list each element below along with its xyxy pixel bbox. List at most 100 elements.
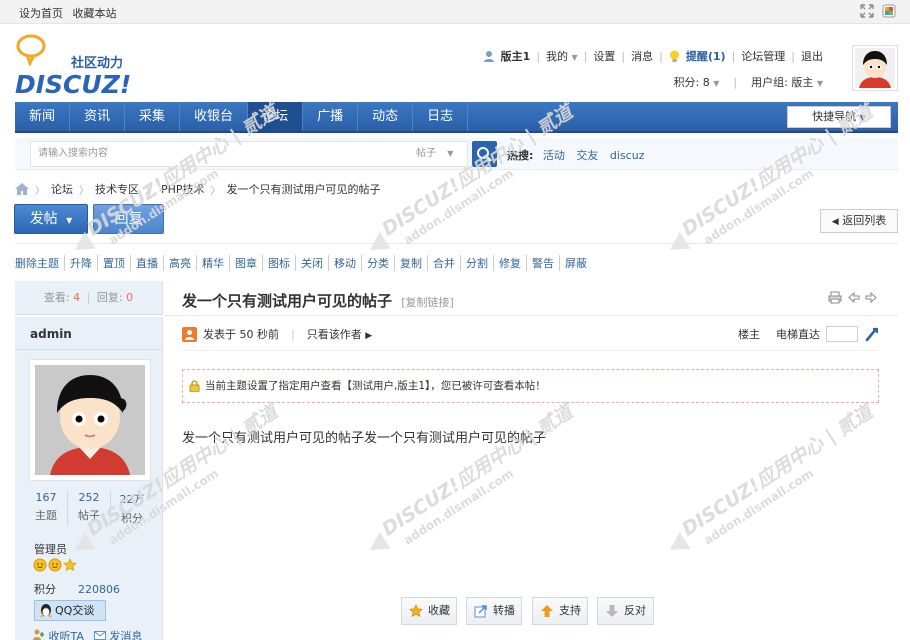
nav-item-collect[interactable]: 采集 bbox=[125, 102, 181, 131]
author-group[interactable]: 管理员 bbox=[34, 541, 67, 557]
copy-link[interactable]: [复制链接] bbox=[401, 296, 454, 309]
post-meta: 发表于 50 秒前 | 只看该作者 ▶ bbox=[182, 326, 372, 342]
forum-admin-link[interactable]: 论坛管理 bbox=[741, 48, 785, 64]
mod-action[interactable]: 移动 bbox=[328, 255, 361, 271]
nav-item-broadcast[interactable]: 广播 bbox=[303, 102, 359, 131]
favorite-button[interactable]: 收藏 bbox=[401, 597, 457, 625]
chevron-down-icon: ▼ bbox=[860, 113, 866, 122]
breadcrumb-item[interactable]: 论坛 bbox=[51, 181, 73, 197]
mod-action[interactable]: 删除主题 bbox=[15, 255, 64, 271]
mod-action[interactable]: 直播 bbox=[130, 255, 163, 271]
my-menu[interactable]: 我的 ▼ bbox=[546, 48, 578, 64]
only-author-link[interactable]: 只看该作者 ▶ bbox=[307, 326, 372, 342]
oppose-label: 反对 bbox=[624, 604, 646, 617]
chevron-down-icon: ▼ bbox=[447, 149, 454, 158]
oppose-button[interactable]: 反对 bbox=[597, 597, 654, 625]
theme-icon[interactable] bbox=[882, 4, 896, 18]
follow-link[interactable]: 收听TA bbox=[33, 628, 84, 640]
nav-item-feed[interactable]: 动态 bbox=[358, 102, 414, 131]
views-label: 查看: bbox=[43, 291, 70, 304]
quick-nav-button[interactable]: 快捷导航 ▼ bbox=[787, 106, 891, 128]
nav-item-cashier[interactable]: 收银台 bbox=[180, 102, 249, 131]
breadcrumb-item[interactable]: PHP技术 bbox=[161, 181, 205, 197]
bookmark-link[interactable]: 收藏本站 bbox=[73, 7, 117, 20]
search-button[interactable] bbox=[472, 141, 497, 167]
username-link[interactable]: 版主1 bbox=[501, 48, 531, 64]
discuz-logo[interactable]: 社区动力 DISCUZ! bbox=[15, 33, 137, 99]
fullscreen-icon[interactable] bbox=[860, 4, 874, 18]
qq-chat-label: QQ交谈 bbox=[55, 604, 95, 617]
chevron-down-icon: ▼ bbox=[713, 79, 720, 88]
author-stat[interactable]: 22万积分 bbox=[110, 491, 153, 526]
search-input[interactable]: 请输入搜索内容 bbox=[30, 141, 410, 167]
support-button[interactable]: 支持 bbox=[532, 597, 588, 625]
send-message-link[interactable]: 发消息 bbox=[93, 628, 142, 640]
mod-action[interactable]: 图标 bbox=[262, 255, 295, 271]
lock-icon bbox=[189, 380, 200, 392]
mod-action[interactable]: 图章 bbox=[229, 255, 262, 271]
set-home-link[interactable]: 设为首页 bbox=[19, 7, 63, 20]
follow-label: 收听TA bbox=[48, 630, 84, 640]
thumbs-down-arrow-icon bbox=[606, 605, 618, 617]
mod-action[interactable]: 升降 bbox=[64, 255, 97, 271]
mod-action[interactable]: 分割 bbox=[460, 255, 493, 271]
mod-action[interactable]: 精华 bbox=[196, 255, 229, 271]
mod-action[interactable]: 警告 bbox=[526, 255, 559, 271]
messages-link[interactable]: 消息 bbox=[631, 48, 653, 64]
hot-keyword[interactable]: discuz bbox=[610, 149, 645, 162]
breadcrumb-item[interactable]: 发一个只有测试用户可见的帖子 bbox=[227, 181, 381, 197]
thread-title: 发一个只有测试用户可见的帖子 [复制链接] bbox=[182, 290, 454, 311]
only-author-label: 只看该作者 bbox=[306, 328, 362, 341]
nav-item-blog[interactable]: 日志 bbox=[413, 102, 469, 131]
main-nav: 新闻 资讯 采集 收银台 论坛 广播 动态 日志 快捷导航 ▼ bbox=[15, 102, 898, 133]
settings-link[interactable]: 设置 bbox=[593, 48, 615, 64]
chevron-down-icon: ▼ bbox=[66, 216, 73, 225]
author-avatar[interactable] bbox=[29, 359, 151, 481]
author-badge-icon bbox=[182, 326, 197, 342]
back-to-list-button[interactable]: ◀ 返回列表 bbox=[820, 209, 898, 233]
hot-keyword[interactable]: 活动 bbox=[543, 149, 565, 162]
print-icon[interactable] bbox=[828, 291, 842, 304]
new-post-button[interactable]: 发帖 ▼ bbox=[14, 204, 88, 234]
home-icon[interactable] bbox=[15, 183, 29, 195]
mod-action[interactable]: 合并 bbox=[427, 255, 460, 271]
usergroup-menu[interactable]: 用户组: 版主 ▼ bbox=[751, 74, 823, 90]
author-stat[interactable]: 167 主题 bbox=[25, 491, 67, 526]
hot-keyword[interactable]: 交友 bbox=[576, 149, 598, 162]
author-sidebar: 查看: 4 | 回复: 0 admin 167 主题 252 帖子 22万积分 管理… bbox=[15, 281, 163, 640]
floor-jump-input[interactable] bbox=[826, 326, 858, 342]
back-to-list-label: 返回列表 bbox=[842, 214, 887, 227]
points-menu[interactable]: 积分: 8 ▼ bbox=[674, 74, 720, 90]
reply-button[interactable]: 回复 bbox=[93, 204, 164, 234]
mod-action[interactable]: 分类 bbox=[361, 255, 394, 271]
reminders-link[interactable]: 提醒(1) bbox=[686, 48, 726, 64]
replies-label: 回复: bbox=[96, 291, 123, 304]
mod-action[interactable]: 修复 bbox=[493, 255, 526, 271]
share-button[interactable]: 转播 bbox=[466, 597, 522, 625]
thread-stats: 查看: 4 | 回复: 0 bbox=[15, 281, 162, 315]
mod-action[interactable]: 置顶 bbox=[97, 255, 130, 271]
avatar[interactable] bbox=[852, 45, 898, 91]
author-name[interactable]: admin bbox=[30, 327, 72, 341]
next-thread-icon[interactable] bbox=[865, 291, 878, 304]
nav-item-forum[interactable]: 论坛 bbox=[248, 102, 304, 131]
qq-chat-button[interactable]: QQ交谈 bbox=[34, 600, 106, 621]
star-icon bbox=[409, 604, 423, 617]
mod-action[interactable]: 关闭 bbox=[295, 255, 328, 271]
mod-action[interactable]: 屏蔽 bbox=[559, 255, 592, 271]
caret-left-icon: ◀ bbox=[831, 217, 839, 227]
mod-action[interactable]: 高亮 bbox=[163, 255, 196, 271]
breadcrumb-item[interactable]: 技术专区 bbox=[95, 181, 139, 197]
restricted-view-notice: 当前主题设置了指定用户查看【测试用户,版主1】，您已被许可查看本帖！ bbox=[182, 369, 879, 403]
logout-link[interactable]: 退出 bbox=[801, 48, 823, 64]
chevron-down-icon: ▼ bbox=[816, 79, 823, 88]
nav-item-news[interactable]: 新闻 bbox=[15, 102, 71, 131]
rank-stars bbox=[33, 558, 77, 572]
points-label: 积分 bbox=[34, 583, 56, 596]
jump-icon[interactable] bbox=[864, 326, 880, 342]
nav-item-info[interactable]: 资讯 bbox=[70, 102, 126, 131]
search-scope-select[interactable]: 帖子 ▼ bbox=[408, 141, 468, 167]
prev-thread-icon[interactable] bbox=[847, 291, 860, 304]
mod-action[interactable]: 复制 bbox=[394, 255, 427, 271]
author-stat[interactable]: 252 帖子 bbox=[67, 491, 110, 526]
